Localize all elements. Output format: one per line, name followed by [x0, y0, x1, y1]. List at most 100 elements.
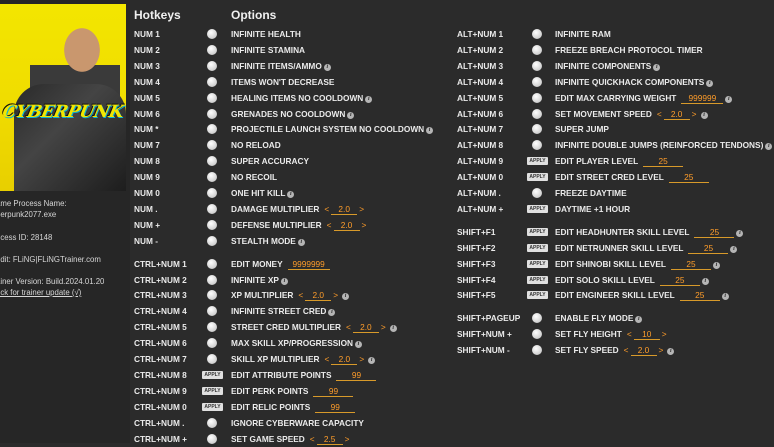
check-update-link[interactable]: eck for trainer update (√)	[0, 288, 81, 297]
info-icon[interactable]: i	[323, 63, 331, 71]
increase-arrow[interactable]: >	[362, 220, 367, 230]
option-row[interactable]: NUM + DEFENSE MULTIPLIER <2.0 >	[134, 219, 454, 233]
option-row[interactable]: ALT+NUM 5 EDIT MAX CARRYING WEIGHT 999999 i	[457, 92, 772, 106]
value-input[interactable]: 25	[668, 172, 709, 184]
option-row[interactable]: ALT+NUM 0 APPLY EDIT STREET CRED LEVEL 25	[457, 171, 772, 185]
toggle-indicator[interactable]	[532, 313, 542, 324]
toggle-indicator[interactable]	[207, 290, 217, 301]
option-row[interactable]: NUM 9 NO RECOIL	[134, 171, 454, 185]
option-row[interactable]: SHIFT+F2 APPLY EDIT NETRUNNER SKILL LEVEL 2…	[457, 242, 772, 256]
value-input[interactable]: 999999	[681, 93, 724, 104]
option-row[interactable]: NUM 3 INFINITE ITEMS/AMMO i	[134, 60, 454, 74]
toggle-indicator[interactable]	[207, 188, 217, 198]
info-icon[interactable]: i	[368, 357, 376, 364]
toggle-indicator[interactable]	[207, 156, 217, 167]
value-input[interactable]: 25	[659, 275, 700, 286]
decrease-arrow[interactable]: <	[327, 220, 332, 230]
toggle-indicator[interactable]	[207, 108, 217, 119]
apply-button[interactable]: APPLY	[527, 275, 548, 284]
decrease-arrow[interactable]: <	[310, 434, 315, 444]
toggle-indicator[interactable]	[207, 29, 217, 39]
option-row[interactable]: CTRL+NUM 4 INFINITE STREET CRED i	[134, 305, 454, 319]
decrease-arrow[interactable]: <	[346, 322, 351, 332]
toggle-indicator[interactable]	[207, 76, 217, 87]
toggle-indicator[interactable]	[207, 354, 217, 364]
value-input[interactable]: 25	[694, 227, 735, 238]
toggle-indicator[interactable]	[532, 345, 542, 356]
option-row[interactable]: NUM 1 INFINITE HEALTH	[134, 28, 454, 42]
toggle-indicator[interactable]	[207, 306, 217, 317]
option-row[interactable]: ALT+NUM 2 FREEZE BREACH PROTOCOL TIMER	[457, 44, 772, 58]
toggle-indicator[interactable]	[207, 172, 217, 183]
toggle-indicator[interactable]	[532, 60, 542, 71]
stepper-value[interactable]: 10	[633, 329, 660, 341]
toggle-indicator[interactable]	[532, 140, 542, 151]
info-icon[interactable]: i	[653, 63, 661, 71]
decrease-arrow[interactable]: <	[325, 354, 330, 364]
option-row[interactable]: CTRL+NUM 7 SKILL XP MULTIPLIER <2.0 > i	[134, 353, 454, 367]
info-icon[interactable]: i	[347, 111, 355, 119]
increase-arrow[interactable]: >	[359, 204, 364, 214]
apply-button[interactable]: APPLY	[527, 227, 548, 236]
apply-button[interactable]: APPLY	[527, 204, 548, 213]
toggle-indicator[interactable]	[532, 92, 542, 103]
toggle-indicator[interactable]	[207, 44, 217, 55]
option-row[interactable]: NUM 2 INFINITE STAMINA	[134, 44, 454, 58]
option-row[interactable]: CTRL+NUM 3 XP MULTIPLIER <2.0 > i	[134, 289, 454, 303]
stepper-value[interactable]: 2.0	[663, 109, 690, 120]
option-row[interactable]: SHIFT+F1 APPLY EDIT HEADHUNTER SKILL LEVEL…	[457, 226, 772, 240]
toggle-indicator[interactable]	[207, 322, 217, 333]
value-input[interactable]: 99	[315, 402, 356, 413]
toggle-indicator[interactable]	[207, 258, 217, 269]
option-row[interactable]: SHIFT+NUM - SET FLY SPEED <2.0 > i	[457, 344, 772, 358]
toggle-indicator[interactable]	[532, 329, 542, 340]
info-icon[interactable]: i	[297, 238, 305, 246]
info-icon[interactable]: i	[287, 191, 295, 198]
increase-arrow[interactable]: >	[345, 434, 350, 444]
option-row[interactable]: CTRL+NUM 2 INFINITE XP i	[134, 274, 454, 288]
option-row[interactable]: NUM 8 SUPER ACCURACY	[134, 155, 454, 169]
increase-arrow[interactable]: >	[333, 290, 338, 300]
toggle-indicator[interactable]	[207, 274, 217, 285]
option-row[interactable]: NUM * PROJECTILE LAUNCH SYSTEM NO COOLDOW…	[134, 123, 454, 137]
decrease-arrow[interactable]: <	[627, 329, 632, 339]
info-icon[interactable]: i	[355, 341, 363, 349]
option-row[interactable]: NUM 6 GRENADES NO COOLDOWN i	[134, 108, 454, 122]
apply-button[interactable]: APPLY	[527, 173, 548, 182]
increase-arrow[interactable]: >	[381, 322, 386, 332]
value-input[interactable]: 99	[336, 370, 377, 381]
toggle-indicator[interactable]	[532, 44, 542, 55]
value-input[interactable]: 25	[670, 259, 711, 270]
increase-arrow[interactable]: >	[662, 329, 667, 339]
option-row[interactable]: CTRL+NUM 1 EDIT MONEY 9999999	[134, 258, 454, 272]
value-input[interactable]: 99	[313, 386, 354, 397]
increase-arrow[interactable]: >	[359, 354, 364, 364]
toggle-indicator[interactable]	[207, 219, 217, 230]
value-input[interactable]: 25	[643, 156, 684, 168]
info-icon[interactable]: i	[701, 277, 709, 285]
option-row[interactable]: CTRL+NUM . IGNORE CYBERWARE CAPACITY	[134, 417, 454, 431]
toggle-indicator[interactable]	[207, 92, 217, 103]
option-row[interactable]: ALT+NUM 3 INFINITE COMPONENTS i	[457, 60, 772, 74]
info-icon[interactable]: i	[712, 261, 720, 269]
toggle-indicator[interactable]	[207, 433, 217, 444]
toggle-indicator[interactable]	[207, 235, 217, 246]
stepper-value[interactable]: 2.0	[331, 204, 358, 215]
option-row[interactable]: CTRL+NUM + SET GAME SPEED <2.5 >	[134, 433, 454, 447]
option-row[interactable]: ALT+NUM 1 INFINITE RAM	[457, 28, 772, 42]
option-row[interactable]: CTRL+NUM 9 APPLY EDIT PERK POINTS 99	[134, 385, 454, 399]
stepper-value[interactable]: 2.0	[333, 220, 360, 231]
toggle-indicator[interactable]	[532, 76, 542, 87]
option-row[interactable]: CTRL+NUM 0 APPLY EDIT RELIC POINTS 99	[134, 401, 454, 415]
apply-button[interactable]: APPLY	[527, 243, 548, 252]
apply-button[interactable]: APPLY	[202, 370, 223, 379]
toggle-indicator[interactable]	[207, 417, 217, 428]
value-input[interactable]: 25	[679, 290, 720, 302]
option-row[interactable]: NUM - STEALTH MODE i	[134, 235, 454, 249]
stepper-value[interactable]: 2.0	[305, 290, 332, 302]
apply-button[interactable]: APPLY	[527, 157, 548, 166]
option-row[interactable]: ALT+NUM 7 SUPER JUMP	[457, 123, 772, 137]
info-icon[interactable]: i	[700, 111, 708, 119]
option-row[interactable]: ALT+NUM + APPLY DAYTIME +1 HOUR	[457, 203, 772, 217]
toggle-indicator[interactable]	[532, 188, 542, 198]
